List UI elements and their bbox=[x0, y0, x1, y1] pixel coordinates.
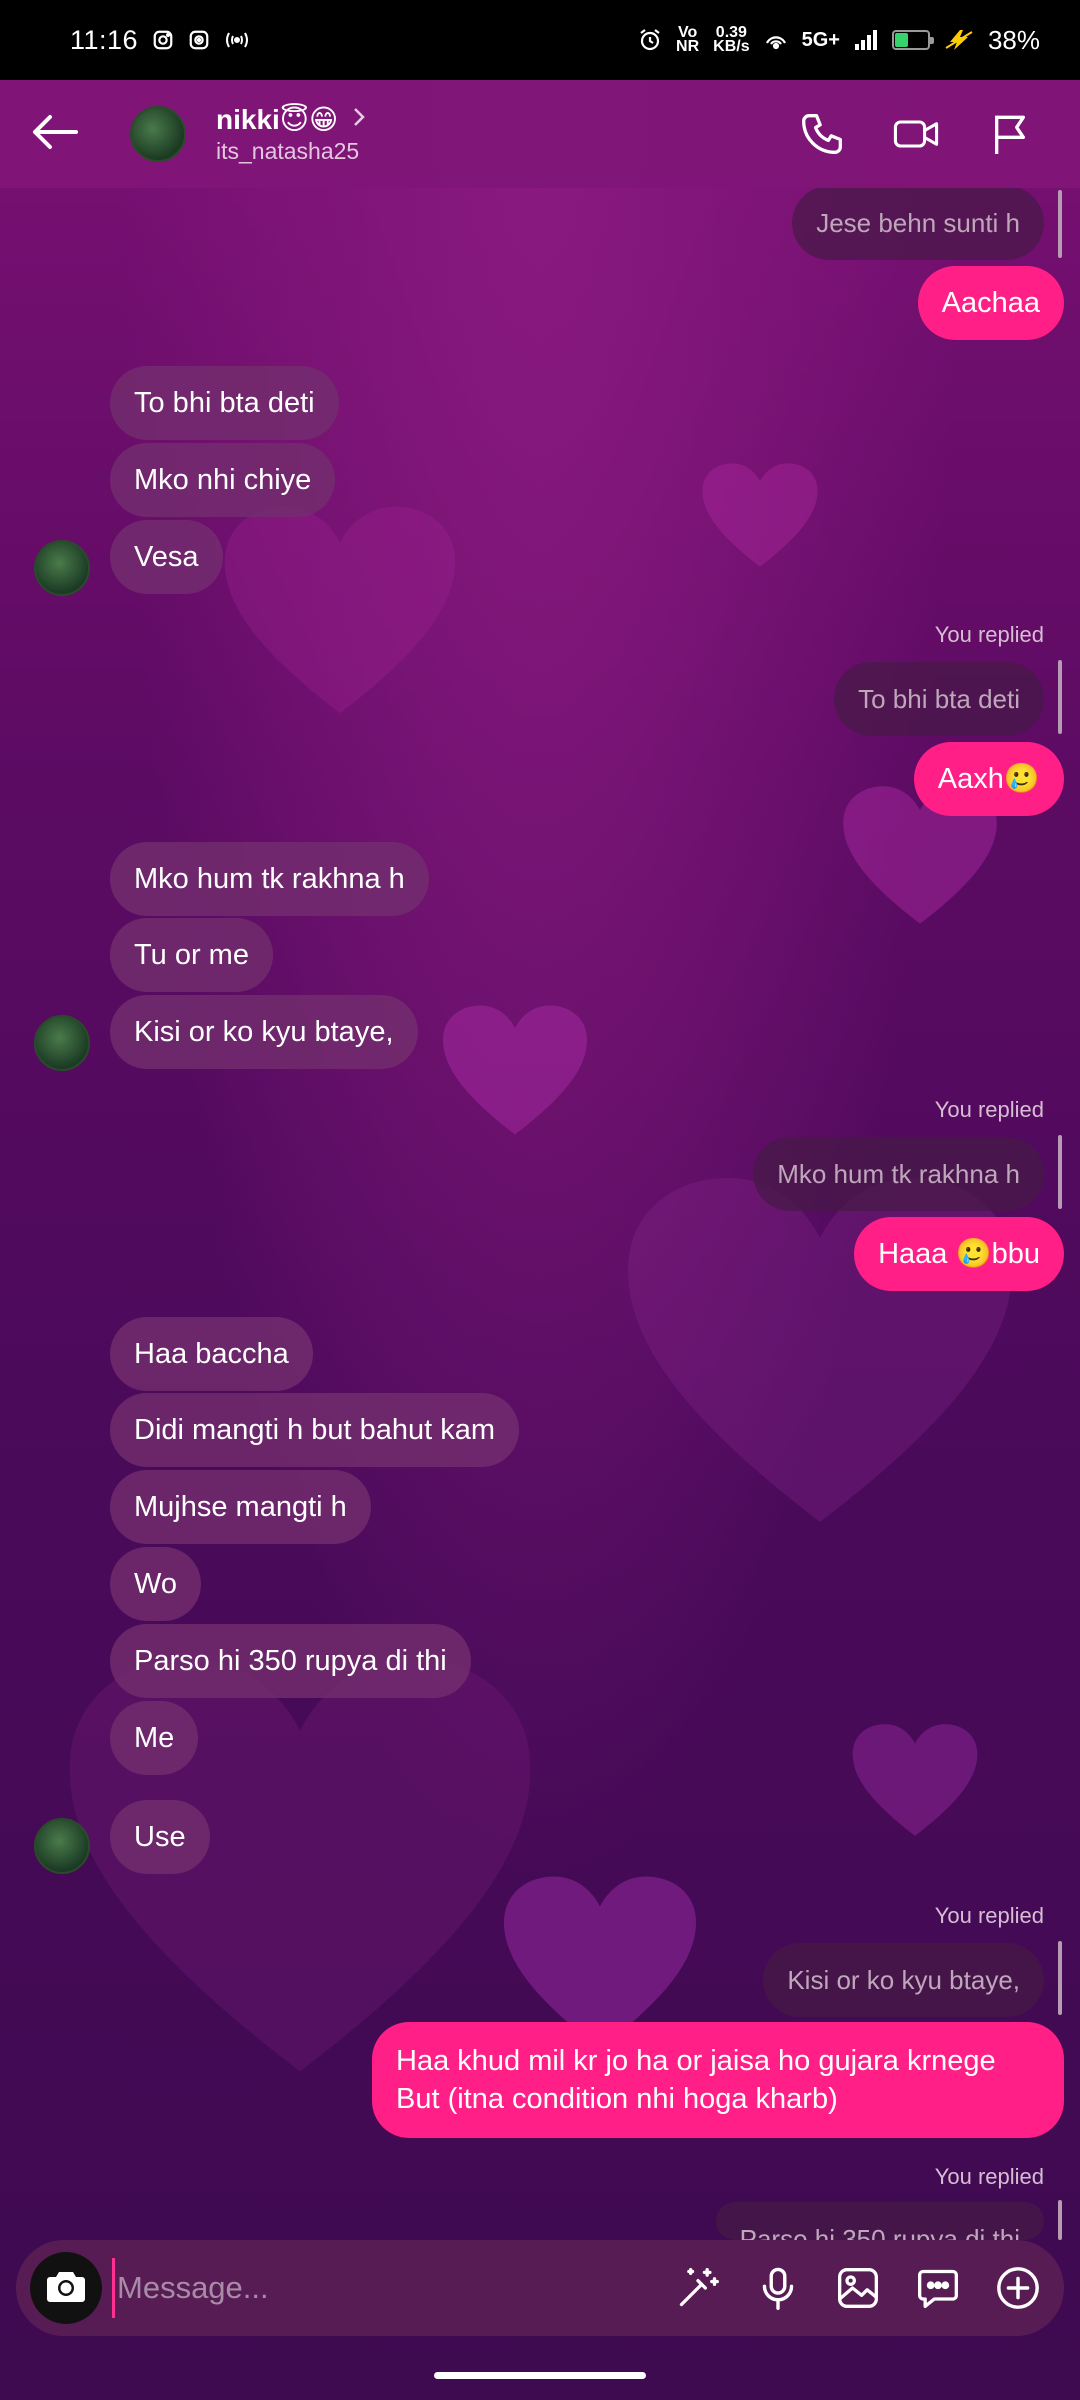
back-button[interactable] bbox=[30, 109, 80, 159]
battery-percent: 38% bbox=[987, 24, 1040, 55]
flag-icon[interactable] bbox=[986, 110, 1034, 158]
back-arrow-icon bbox=[32, 114, 78, 155]
quoted-message: Mko hum tk rakhna h bbox=[753, 1137, 1044, 1211]
incoming-message[interactable]: Use bbox=[110, 1800, 210, 1874]
incoming-message[interactable]: To bhi bta deti bbox=[110, 366, 339, 440]
incoming-message[interactable]: Mko hum tk rakhna h bbox=[110, 842, 429, 916]
chat-header: nikki😇😁 its_natasha25 bbox=[0, 80, 1080, 188]
quote-bar bbox=[1058, 2200, 1062, 2240]
camera-button[interactable] bbox=[30, 2252, 102, 2324]
heart-decoration bbox=[700, 460, 820, 570]
status-left: 11:16 bbox=[70, 25, 250, 56]
network-type: 5G+ bbox=[801, 28, 840, 51]
heart-decoration bbox=[220, 500, 460, 720]
gallery-icon[interactable] bbox=[834, 2264, 882, 2312]
message-composer bbox=[16, 2240, 1064, 2336]
quoted-message: To bhi bta deti bbox=[834, 662, 1044, 736]
heart-decoration bbox=[850, 1720, 980, 1840]
chat-bubble-icon[interactable] bbox=[914, 2264, 962, 2312]
home-indicator[interactable] bbox=[434, 2372, 646, 2379]
quoted-message: Parso hi 350 rupya di thi bbox=[715, 2202, 1044, 2240]
quote-bar bbox=[1058, 660, 1062, 734]
incoming-message[interactable]: Haa baccha bbox=[110, 1317, 313, 1391]
contact-name: nikki😇😁 bbox=[216, 104, 339, 135]
replied-label: You replied bbox=[934, 2164, 1044, 2189]
microphone-icon[interactable] bbox=[754, 2264, 802, 2312]
magic-wand-icon[interactable] bbox=[674, 2264, 722, 2312]
phone-icon[interactable] bbox=[798, 110, 846, 158]
avatar[interactable] bbox=[34, 1818, 90, 1874]
incoming-message[interactable]: Me bbox=[110, 1701, 199, 1775]
avatar[interactable] bbox=[34, 1015, 90, 1071]
volte-indicator: Vo NR bbox=[676, 24, 700, 55]
signal-icon bbox=[854, 29, 878, 51]
instagram-alt-icon bbox=[188, 29, 210, 51]
contact-username: its_natasha25 bbox=[216, 138, 360, 164]
alarm-icon bbox=[638, 28, 662, 52]
plus-icon[interactable] bbox=[994, 2264, 1042, 2312]
avatar[interactable] bbox=[130, 106, 186, 162]
status-right: Vo NR 0.39 KB/s 5G+ 38% bbox=[638, 25, 1040, 56]
wireless-icon bbox=[224, 29, 250, 51]
quoted-message: Kisi or ko kyu btaye, bbox=[763, 1943, 1044, 2017]
network-speed: 0.39 KB/s bbox=[713, 24, 750, 55]
incoming-message[interactable]: Vesa bbox=[110, 520, 223, 594]
instagram-icon bbox=[152, 29, 174, 51]
status-bar: 11:16 Vo NR 0.39 KB/s 5G+ 38% bbox=[0, 0, 1080, 80]
outgoing-message[interactable]: Haaa 🥲bbu bbox=[854, 1217, 1064, 1291]
avatar[interactable] bbox=[34, 540, 90, 596]
camera-icon bbox=[46, 2269, 86, 2308]
header-actions bbox=[798, 110, 1050, 158]
replied-label: You replied bbox=[934, 1903, 1044, 1928]
incoming-message[interactable]: Didi mangti h but bahut kam bbox=[110, 1393, 520, 1467]
charging-icon bbox=[944, 29, 974, 51]
incoming-message[interactable]: Kisi or ko kyu btaye, bbox=[110, 995, 418, 1069]
heart-decoration bbox=[440, 1000, 590, 1140]
chevron-right-icon bbox=[352, 106, 366, 134]
battery-icon bbox=[891, 30, 934, 50]
incoming-message[interactable]: Wo bbox=[110, 1547, 201, 1621]
outgoing-message[interactable]: Aaxh🥲 bbox=[913, 742, 1064, 816]
replied-label: You replied bbox=[934, 1097, 1044, 1122]
profile-link[interactable]: nikki😇😁 its_natasha25 bbox=[216, 103, 366, 165]
incoming-message[interactable]: Parso hi 350 rupya di thi bbox=[110, 1624, 471, 1698]
incoming-message[interactable]: Mujhse mangti h bbox=[110, 1470, 371, 1544]
quoted-message: Jese behn sunti h bbox=[792, 186, 1044, 260]
quote-bar bbox=[1058, 190, 1062, 258]
replied-label: You replied bbox=[934, 622, 1044, 647]
message-input[interactable] bbox=[112, 2258, 674, 2318]
video-icon[interactable] bbox=[892, 110, 940, 158]
outgoing-message[interactable]: Aachaa bbox=[917, 266, 1064, 340]
composer-actions bbox=[674, 2264, 1050, 2312]
quote-bar bbox=[1058, 1135, 1062, 1209]
incoming-message[interactable]: Tu or me bbox=[110, 918, 273, 992]
incoming-message[interactable]: Mko nhi chiye bbox=[110, 443, 336, 517]
outgoing-message[interactable]: Haa khud mil kr jo ha or jaisa ho gujara… bbox=[372, 2022, 1064, 2138]
status-time: 11:16 bbox=[70, 24, 139, 55]
quote-bar bbox=[1058, 1941, 1062, 2015]
hotspot-icon bbox=[764, 29, 788, 51]
